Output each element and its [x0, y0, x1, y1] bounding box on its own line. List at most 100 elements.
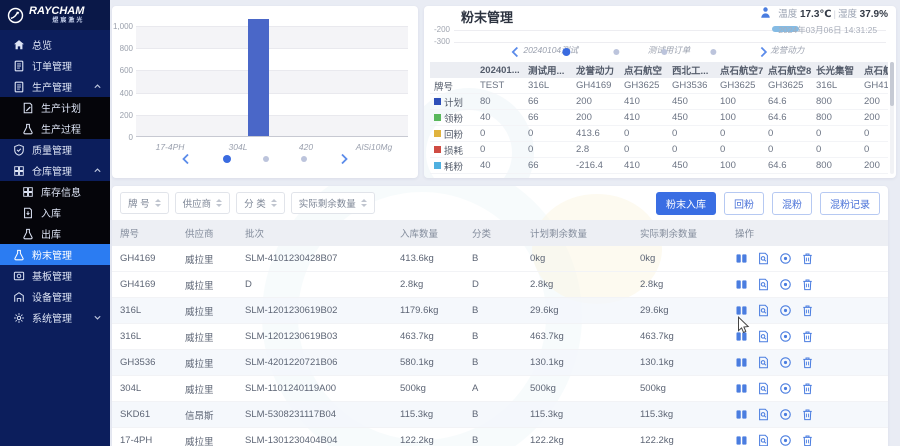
view-button[interactable] — [779, 434, 792, 446]
weigh-button[interactable] — [735, 356, 748, 369]
view-button[interactable] — [779, 278, 792, 291]
left-pager-dot[interactable] — [263, 156, 269, 162]
next-arrow-icon[interactable] — [758, 46, 768, 58]
delete-button[interactable] — [801, 408, 814, 421]
sidebar-item-equipment[interactable]: 设备管理 — [0, 286, 110, 307]
trash-icon — [801, 330, 814, 343]
scrollbar-thumb[interactable] — [890, 62, 894, 106]
record-view-button[interactable] — [757, 408, 770, 421]
view-button[interactable] — [779, 408, 792, 421]
prev-arrow-icon[interactable] — [181, 153, 191, 165]
table-row[interactable]: 304L威拉里SLM-1101240119A00500kgA500kg500kg — [112, 376, 888, 402]
sidebar-item-warehouse[interactable]: 仓库管理 — [0, 160, 110, 181]
sidebar-item-powder[interactable]: 粉末管理 — [0, 244, 110, 265]
right-pager-dot[interactable] — [563, 48, 571, 56]
column-header: 长光集智 — [812, 63, 860, 77]
substrate-icon — [13, 270, 25, 282]
table-row[interactable]: GH4169威拉里SLM-4101230428B07413.6kgB0kg0kg — [112, 246, 888, 272]
cell-value: 2.8kg — [640, 279, 735, 290]
view-button[interactable] — [779, 330, 792, 343]
cell-value: 410 — [620, 96, 668, 107]
cell-value: 450 — [668, 160, 716, 171]
right-pager-dot[interactable] — [710, 49, 716, 55]
weigh-button[interactable] — [735, 434, 748, 446]
sidebar-item-outbound[interactable]: 出库 — [0, 223, 110, 244]
sidebar-item-label: 生产管理 — [32, 79, 72, 94]
cell-value: 200 — [572, 112, 620, 123]
sidebar-item-system[interactable]: 系统管理 — [0, 307, 110, 328]
view-button[interactable] — [779, 382, 792, 395]
view-button[interactable] — [779, 356, 792, 369]
scrollbar-track[interactable] — [890, 62, 894, 174]
table-row[interactable]: 17-4PH威拉里SLM-1301230404B04122.2kgB122.2k… — [112, 428, 888, 446]
table-row[interactable]: 316L威拉里SLM-1201230619B03463.7kgB463.7kg4… — [112, 324, 888, 350]
sidebar-item-overview[interactable]: 总览 — [0, 34, 110, 55]
sidebar-item-production-plan[interactable]: 生产计划 — [0, 97, 110, 118]
mix-powder-button[interactable]: 混粉 — [772, 192, 812, 215]
delete-button[interactable] — [801, 330, 814, 343]
prev-arrow-icon[interactable] — [510, 46, 520, 58]
record-view-button[interactable] — [757, 330, 770, 343]
right-pager-dot[interactable] — [662, 49, 668, 55]
powder-inbound-button[interactable]: 粉末入库 — [656, 192, 716, 215]
sidebar-item-label: 仓库管理 — [32, 163, 72, 178]
record-view-button[interactable] — [757, 252, 770, 265]
table-row[interactable]: SKD61信昂斯SLM-5308231117B04115.3kgB115.3kg… — [112, 402, 888, 428]
cell-value: B — [472, 305, 530, 316]
table-row[interactable]: 316L威拉里SLM-1201230619B021179.6kgB29.6kg2… — [112, 298, 888, 324]
cell-value: SLM-5308231117B04 — [245, 409, 400, 420]
sidebar-item-production-process[interactable]: 生产过程 — [0, 118, 110, 139]
weigh-button[interactable] — [735, 278, 748, 291]
column-header: 分类 — [472, 226, 530, 240]
sidebar-item-inventory[interactable]: 库存信息 — [0, 181, 110, 202]
cell-value: 40 — [476, 160, 524, 171]
cell-value: 64.6 — [764, 112, 812, 123]
table-row[interactable]: GH3536威拉里SLM-4201220721B06580.1kgB130.1k… — [112, 350, 888, 376]
file-search-icon — [757, 434, 770, 446]
table-row[interactable]: GH4169威拉里D2.8kgD2.8kg2.8kg — [112, 272, 888, 298]
sidebar-item-inbound[interactable]: 入库 — [0, 202, 110, 223]
cell-value: 0 — [716, 144, 764, 155]
filter-actual-remaining[interactable]: 实际剩余数量 — [291, 192, 375, 214]
record-view-button[interactable] — [757, 278, 770, 291]
row-actions — [735, 356, 888, 369]
next-arrow-icon[interactable] — [339, 153, 349, 165]
delete-button[interactable] — [801, 304, 814, 317]
record-view-button[interactable] — [757, 382, 770, 395]
record-view-button[interactable] — [757, 434, 770, 446]
sidebar-item-production[interactable]: 生产管理 — [0, 76, 110, 97]
weigh-button[interactable] — [735, 408, 748, 421]
cell-value: GH4169 — [860, 80, 888, 91]
delete-button[interactable] — [801, 356, 814, 369]
sidebar-item-substrate[interactable]: 基板管理 — [0, 265, 110, 286]
bar-series[interactable] — [248, 19, 269, 136]
cell-value: 0 — [668, 144, 716, 155]
sidebar-item-quality[interactable]: 质量管理 — [0, 139, 110, 160]
brand-logo: RAYCHAM 煜宸激光 — [0, 0, 110, 30]
left-pager-dot[interactable] — [301, 156, 307, 162]
left-pager-dot[interactable] — [223, 155, 231, 163]
weigh-button[interactable] — [735, 252, 748, 265]
delete-button[interactable] — [801, 252, 814, 265]
view-button[interactable] — [779, 304, 792, 317]
table-header-row: 202401...测试用...龙誉动力点石航空西北工...点石航空7点石航空8长… — [430, 62, 888, 78]
eye-icon — [779, 304, 792, 317]
cell-value: 316L — [524, 80, 572, 91]
filter-category[interactable]: 分 类 — [236, 192, 285, 214]
trash-icon — [801, 278, 814, 291]
delete-button[interactable] — [801, 278, 814, 291]
filter-supplier[interactable]: 供应商 — [175, 192, 231, 214]
weigh-button[interactable] — [735, 382, 748, 395]
filter-brand[interactable]: 牌 号 — [120, 192, 169, 214]
return-powder-button[interactable]: 回粉 — [724, 192, 764, 215]
sidebar-item-orders[interactable]: 订单管理 — [0, 55, 110, 76]
delete-button[interactable] — [801, 382, 814, 395]
view-button[interactable] — [779, 252, 792, 265]
delete-button[interactable] — [801, 434, 814, 446]
record-view-button[interactable] — [757, 304, 770, 317]
record-view-button[interactable] — [757, 356, 770, 369]
right-pager-dot[interactable] — [613, 49, 619, 55]
mix-record-button[interactable]: 混粉记录 — [820, 192, 880, 215]
cell-value: 29.6kg — [640, 305, 735, 316]
cell-value: SLM-1101240119A00 — [245, 383, 400, 394]
